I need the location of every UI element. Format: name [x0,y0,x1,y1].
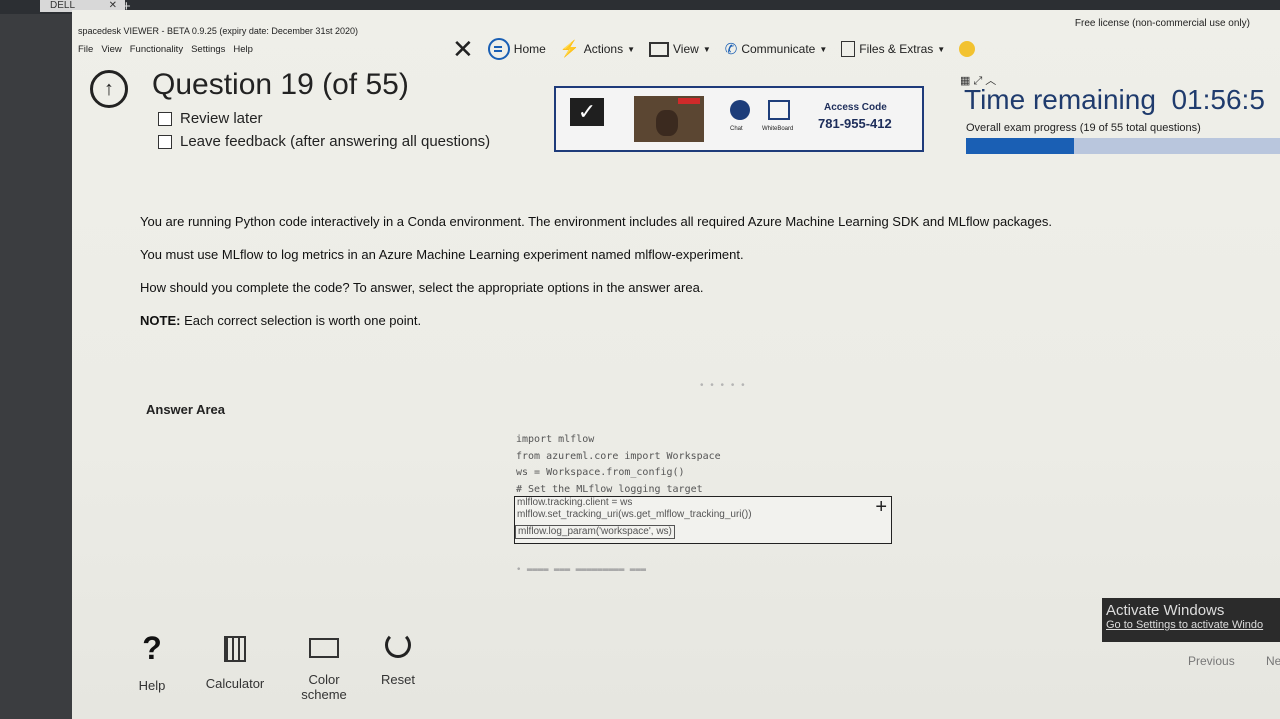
progress-bar [966,138,1280,154]
timer-value: 01:56:5 [1171,84,1265,115]
close-icon[interactable]: ✕ [452,36,474,62]
answer-dropdown[interactable]: mlflow.tracking.client = ws mlflow.set_t… [514,496,892,544]
chat-icon[interactable] [730,100,750,120]
calculator-label: Calculator [205,676,265,691]
access-code-label: Access Code [824,102,887,113]
help-button[interactable]: ? Help [134,632,170,693]
menu-view[interactable]: View [101,44,121,55]
home-button[interactable]: Home [487,38,546,60]
note: NOTE: Each correct selection is worth on… [140,313,421,328]
note-text: Each correct selection is worth one poin… [184,313,422,328]
bolt-icon: ⚡ [559,41,580,58]
reset-label: Reset [381,672,415,687]
activate-subtitle[interactable]: Go to Settings to activate Windo [1106,619,1280,631]
left-bezel [0,14,72,719]
home-label: Home [513,42,546,56]
question-paragraph: How should you complete the code? To ans… [140,280,704,295]
dropdown-option[interactable]: mlflow.set_tracking_uri(ws.get_mlflow_tr… [515,509,891,521]
previous-button[interactable]: Previous [1188,654,1235,668]
dropdown-option[interactable]: mlflow.log_param('workspace', ws) [515,525,675,539]
separator-dots: • • • • • [700,380,747,391]
check-button[interactable]: ✓ [570,98,604,126]
webcam-preview [634,96,704,142]
answer-area-label: Answer Area [146,402,225,417]
whiteboard-icon[interactable] [768,100,790,120]
next-button[interactable]: Ne [1266,654,1280,668]
review-later-label: Review later [180,110,263,127]
viewer-menu: File View Functionality Settings Help [78,44,253,55]
color-scheme-label: Color [308,672,340,687]
color-scheme-button[interactable]: Color scheme [294,638,354,702]
files-icon [841,41,856,57]
menu-functionality[interactable]: Functionality [130,44,183,55]
code-line: ws = Workspace.from_config() [516,467,685,478]
chat-label: Chat [730,126,743,132]
license-notice: Free license (non-commercial use only) [1074,18,1250,29]
progress-text: Overall exam progress (19 of 55 total qu… [966,122,1201,134]
remote-screen: spacedesk VIEWER - BETA 0.9.25 (expiry d… [72,10,1280,719]
note-label: NOTE: [140,313,181,328]
calculator-icon [224,636,246,662]
review-later-checkbox[interactable]: Review later [158,110,263,127]
chevron-down-icon: ▼ [702,44,711,54]
view-label: View [673,42,699,56]
monitor-icon [649,41,670,57]
code-line: import mlflow [516,434,595,445]
communicate-button[interactable]: ✆ Communicate ▼ [725,40,828,58]
dropdown-option[interactable]: mlflow.tracking.client = ws [515,497,891,509]
plus-icon[interactable]: + [875,497,887,517]
calculator-button[interactable]: Calculator [200,636,270,691]
reset-button[interactable]: Reset [376,632,420,687]
menu-settings[interactable]: Settings [191,44,225,55]
viewer-title: spacedesk VIEWER - BETA 0.9.25 (expiry d… [78,26,358,36]
leave-feedback-label: Leave feedback (after answering all ques… [180,133,491,150]
chevron-down-icon: ▼ [937,44,946,54]
menu-file[interactable]: File [78,44,93,55]
time-remaining: Time remaining 01:56:5 [964,84,1265,116]
view-button[interactable]: View ▼ [649,41,711,57]
communicate-label: Communicate [741,42,816,56]
color-scheme-label: scheme [301,687,347,702]
back-arrow-icon[interactable]: ↑ [90,70,128,108]
help-label: Help [138,678,166,693]
files-extras-button[interactable]: Files & Extras ▼ [841,41,945,57]
monitor-icon [309,638,339,658]
question-mark-icon: ? [142,630,162,666]
checkbox-icon[interactable] [158,111,172,126]
activate-windows-watermark: Activate Windows Go to Settings to activ… [1102,598,1280,642]
question-paragraph: You must use MLflow to log metrics in an… [140,247,744,262]
progress-fill [966,138,1075,154]
chevron-down-icon: ▼ [819,44,828,54]
home-icon [487,38,510,60]
access-code-value: 781-955-412 [818,116,892,131]
checkbox-icon[interactable] [158,134,172,149]
whiteboard-label: WhiteBoard [762,126,794,132]
menu-help[interactable]: Help [233,44,253,55]
actions-label: Actions [583,42,624,56]
timer-label: Time remaining [964,84,1156,115]
question-title: Question 19 (of 55) [152,68,409,101]
activate-title: Activate Windows [1106,602,1225,619]
leave-feedback-checkbox[interactable]: Leave feedback (after answering all ques… [158,133,490,150]
code-line-faded: • ▬▬▬▬ ▬▬▬ ▬▬▬▬▬▬▬▬▬ ▬▬▬ [516,565,647,575]
smiley-icon[interactable] [959,41,976,57]
chevron-down-icon: ▼ [627,44,636,54]
viewer-toolbar: ✕ Home ⚡ Actions ▼ View ▼ ✆ Communicate … [452,34,976,64]
code-line: from azureml.core import Workspace [516,450,721,462]
session-panel: ✓ Chat WhiteBoard Access Code 781-955-41… [554,86,924,152]
files-label: Files & Extras [859,42,934,56]
actions-button[interactable]: ⚡ Actions ▼ [560,39,635,59]
reset-icon [385,632,411,658]
code-block: import mlflow from azureml.core import W… [516,432,721,498]
phone-icon: ✆ [724,41,738,58]
question-paragraph: You are running Python code interactivel… [140,214,1052,229]
